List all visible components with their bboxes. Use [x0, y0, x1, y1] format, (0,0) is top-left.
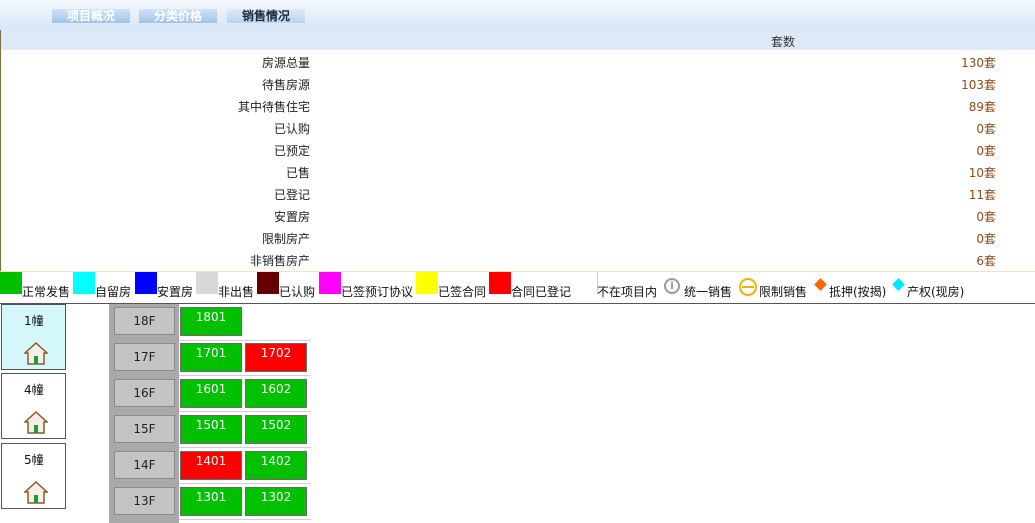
- row-divider: [179, 411, 311, 412]
- building-5[interactable]: 5幢: [1, 443, 66, 509]
- summary-label: 待售房源: [261, 78, 310, 92]
- legend-label: 产权(现房): [907, 285, 965, 299]
- summary-label: 非销售房产: [249, 254, 310, 268]
- unit-1602[interactable]: 1602: [245, 379, 307, 408]
- summary-value: 11套: [968, 188, 996, 202]
- legend-label: 抵押(按揭): [829, 285, 887, 299]
- unit-1502[interactable]: 1502: [245, 415, 307, 444]
- summary-value: 89套: [968, 100, 996, 114]
- legend-swatch: [196, 272, 218, 294]
- house-icon: [24, 480, 48, 504]
- status-legend: 正常发售 自留房 安置房 非出售 已认购 已签预订协议 已签合同 合同已登记 不…: [0, 271, 1035, 304]
- unit-1402[interactable]: 1402: [245, 451, 307, 480]
- unit-1401[interactable]: 1401: [180, 451, 242, 480]
- legend-label: 安置房: [157, 285, 194, 299]
- building-name: 5幢: [24, 453, 44, 467]
- summary-label: 其中待售住宅: [237, 100, 310, 114]
- summary-value: 0套: [976, 122, 996, 136]
- row-divider: [179, 519, 311, 520]
- legend-swatch: [257, 272, 279, 294]
- summary-row: 已认购 0套: [1, 117, 1035, 139]
- tab-bar: 项目概况 分类价格 销售情况: [0, 0, 1035, 30]
- summary-row: 非销售房产 6套: [1, 249, 1035, 271]
- summary-row: 限制房产 0套: [1, 227, 1035, 249]
- orange-diamond-icon: [814, 278, 827, 291]
- summary-row: 安置房 0套: [1, 205, 1035, 227]
- legend-swatch: [489, 272, 511, 294]
- legend-label: 正常发售: [22, 285, 71, 299]
- summary-label: 已登记: [273, 188, 310, 202]
- legend-swatch: [0, 272, 22, 294]
- summary-value: 130套: [961, 56, 996, 70]
- summary-label: 已售: [285, 166, 310, 180]
- summary-row: 房源总量 130套: [1, 51, 1035, 73]
- summary-label: 已预定: [273, 144, 310, 158]
- legend-swatch: [575, 272, 598, 294]
- floor-label-16f: 16F: [114, 379, 175, 407]
- floor-label-17f: 17F: [114, 343, 175, 371]
- legend-label: 合同已登记: [511, 285, 572, 299]
- legend-swatch: [416, 272, 438, 294]
- summary-header: 套数: [1, 30, 1035, 50]
- building-1[interactable]: 1幢: [1, 304, 66, 370]
- summary-label: 房源总量: [261, 56, 310, 70]
- row-divider: [179, 375, 311, 376]
- legend-label: 自留房: [95, 285, 132, 299]
- row-divider: [179, 483, 311, 484]
- legend-label: 已认购: [279, 285, 316, 299]
- summary-value: 0套: [976, 144, 996, 158]
- tab-category-price[interactable]: 分类价格: [139, 9, 217, 23]
- unit-1601[interactable]: 1601: [180, 379, 242, 408]
- summary-label: 已认购: [273, 122, 310, 136]
- row-divider: [179, 447, 311, 448]
- house-icon: [24, 341, 48, 365]
- house-icon: [24, 410, 48, 434]
- summary-value: 103套: [961, 78, 996, 92]
- legend-swatch: [73, 272, 95, 294]
- count-column-header: 套数: [771, 35, 796, 49]
- row-divider: [179, 340, 311, 341]
- floor-label-15f: 15F: [114, 415, 175, 443]
- summary-value: 10套: [968, 166, 996, 180]
- unit-1302[interactable]: 1302: [245, 487, 307, 516]
- legend-label: 非出售: [218, 285, 255, 299]
- cyan-diamond-icon: [892, 278, 905, 291]
- summary-row: 待售房源 103套: [1, 73, 1035, 95]
- summary-value: 6套: [976, 254, 996, 268]
- legend-label: 统一销售: [684, 285, 733, 299]
- sales-summary-table: 套数 房源总量 130套 待售房源 103套 其中待售住宅 89套 已认购 0套…: [0, 30, 1035, 272]
- summary-row: 已售 10套: [1, 161, 1035, 183]
- unit-1701[interactable]: 1701: [180, 343, 242, 372]
- legend-label: 限制销售: [759, 285, 808, 299]
- summary-row: 已预定 0套: [1, 139, 1035, 161]
- summary-value: 0套: [976, 232, 996, 246]
- tab-sales-status[interactable]: 销售情况: [227, 9, 305, 23]
- unit-1801[interactable]: 1801: [180, 307, 242, 336]
- legend-swatch: [319, 272, 341, 294]
- summary-row: 其中待售住宅 89套: [1, 95, 1035, 117]
- floor-label-18f: 18F: [114, 307, 175, 335]
- tab-project-overview[interactable]: 项目概况: [52, 9, 130, 23]
- floor-label-13f: 13F: [114, 487, 175, 515]
- summary-label: 安置房: [273, 210, 310, 224]
- unit-1702[interactable]: 1702: [245, 343, 307, 372]
- building-4[interactable]: 4幢: [1, 373, 66, 439]
- floor-label-14f: 14F: [114, 451, 175, 479]
- legend-swatch: [135, 272, 157, 294]
- limit-circle-icon: [739, 278, 757, 296]
- building-name: 4幢: [24, 383, 44, 397]
- legend-label: 已签合同: [438, 285, 487, 299]
- summary-label: 限制房产: [261, 232, 310, 246]
- summary-value: 0套: [976, 210, 996, 224]
- summary-row: 已登记 11套: [1, 183, 1035, 205]
- info-circle-icon: i: [664, 278, 680, 294]
- unit-1301[interactable]: 1301: [180, 487, 242, 516]
- building-name: 1幢: [24, 314, 44, 328]
- legend-label: 不在项目内: [597, 285, 658, 299]
- unit-1501[interactable]: 1501: [180, 415, 242, 444]
- legend-label: 已签预订协议: [341, 285, 414, 299]
